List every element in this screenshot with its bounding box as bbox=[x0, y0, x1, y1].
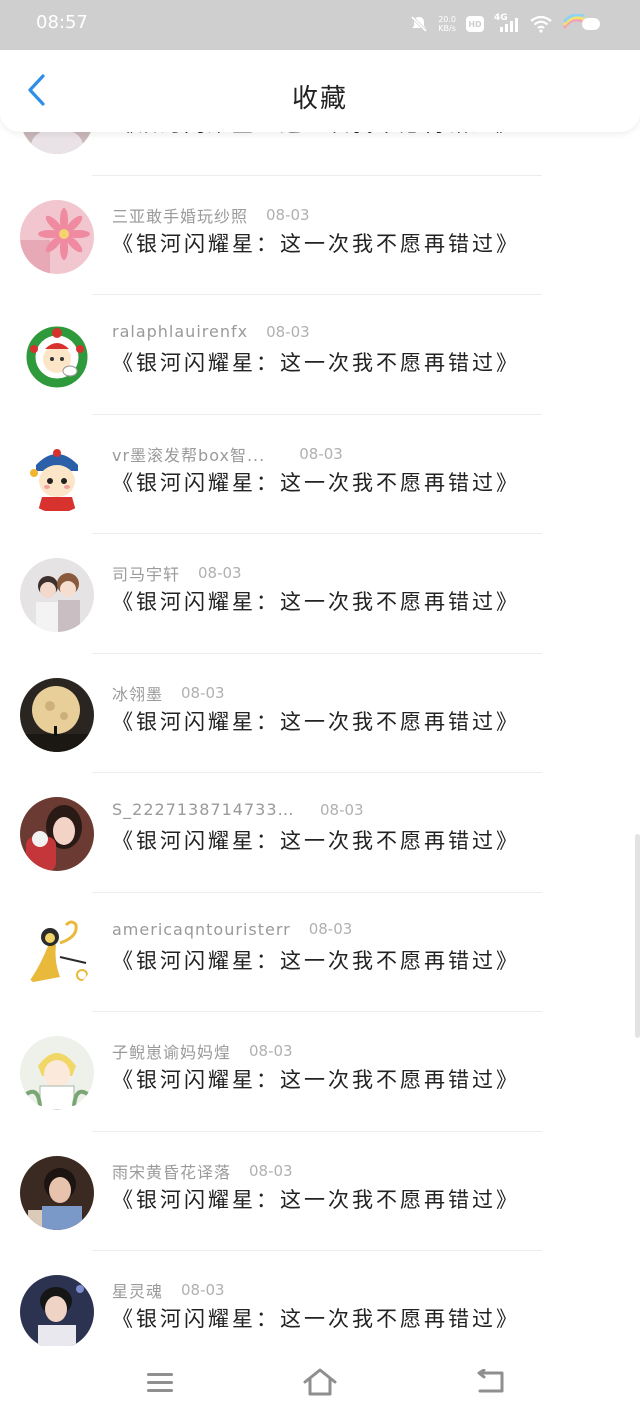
back-icon bbox=[474, 1368, 506, 1399]
date: 08-03 bbox=[266, 322, 310, 341]
username[interactable]: 冰翎墨 bbox=[112, 681, 163, 705]
post-title[interactable]: 《银河闪耀星：这一次我不愿再错过》 bbox=[112, 1303, 520, 1333]
list-item[interactable]: S_22271387147337... 08-03 《银河闪耀星：这一次我不愿再… bbox=[0, 773, 640, 893]
username[interactable]: 雨宋黄昏花译落 bbox=[112, 1159, 231, 1183]
item-meta: 子鲵崽谕妈妈煌 08-03 bbox=[112, 1039, 293, 1063]
list-item[interactable]: vr墨滚发帮box智... 08-03 《银河闪耀星：这一次我不愿再错过》 bbox=[0, 415, 640, 534]
date: 08-03 bbox=[249, 1042, 293, 1060]
item-meta: 星灵魂 08-03 bbox=[112, 1278, 225, 1302]
item-meta: 冰翎墨 08-03 bbox=[112, 681, 225, 705]
date: 08-03 bbox=[198, 564, 242, 582]
avatar[interactable] bbox=[20, 1036, 94, 1110]
item-meta: americaqntouristerr 08-03 bbox=[112, 920, 352, 939]
signal-icon: 4G bbox=[494, 13, 520, 33]
list-item[interactable]: americaqntouristerr 08-03 《银河闪耀星：这一次我不愿再… bbox=[0, 893, 640, 1012]
avatar[interactable] bbox=[20, 1275, 94, 1349]
avatar[interactable] bbox=[20, 199, 94, 274]
net-speed-value: 20.0 bbox=[438, 15, 456, 24]
mute-icon bbox=[410, 15, 428, 33]
date: 08-03 bbox=[181, 1281, 225, 1299]
hd-icon: HD bbox=[466, 16, 484, 32]
username[interactable]: 星灵魂 bbox=[112, 1278, 163, 1302]
page-title: 收藏 bbox=[291, 84, 348, 114]
item-meta: 司马宇轩 08-03 bbox=[112, 561, 242, 585]
item-meta: 雨宋黄昏花译落 08-03 bbox=[112, 1159, 293, 1183]
date: 08-03 bbox=[249, 1161, 293, 1180]
back-nav-button[interactable] bbox=[470, 1364, 510, 1404]
avatar[interactable] bbox=[20, 916, 94, 991]
list-item[interactable]: ralaphlauirenfx 08-03 《银河闪耀星：这一次我不愿再错过》 bbox=[0, 295, 640, 415]
system-nav-bar bbox=[0, 1346, 640, 1422]
home-button[interactable] bbox=[300, 1364, 340, 1404]
post-title[interactable]: 《银河闪耀星：这一次我不愿再错过》 bbox=[112, 945, 520, 975]
list-item[interactable]: 冰翎墨 08-03 《银河闪耀星：这一次我不愿再错过》 bbox=[0, 654, 640, 773]
post-title[interactable]: 《银河闪耀星：这一次我不愿再错过》 bbox=[112, 825, 520, 855]
post-title[interactable]: 《银河闪耀星：这一次我不愿再错过》 bbox=[112, 228, 520, 258]
net-speed: 20.0 KB/s bbox=[438, 15, 456, 33]
post-title[interactable]: 《银河闪耀星：这一次我不愿再错过》 bbox=[112, 1064, 520, 1094]
date: 08-03 bbox=[308, 920, 353, 938]
username[interactable]: S_22271387147337... bbox=[112, 800, 298, 819]
date: 08-03 bbox=[181, 683, 225, 702]
list-item[interactable]: 司马宇轩 08-03 《银河闪耀星：这一次我不愿再错过》 bbox=[0, 534, 640, 654]
item-meta: 三亚敢手婚玩纱照 08-03 bbox=[112, 203, 310, 227]
list-item[interactable]: 三亚敢手婚玩纱照 08-03 《银河闪耀星：这一次我不愿再错过》 bbox=[0, 176, 640, 295]
username[interactable]: vr墨滚发帮box智... bbox=[112, 442, 265, 466]
item-meta: S_22271387147337... 08-03 bbox=[112, 800, 364, 819]
status-time: 08:57 bbox=[36, 12, 88, 33]
avatar[interactable] bbox=[20, 677, 94, 752]
net-speed-unit: KB/s bbox=[438, 24, 456, 33]
post-title[interactable]: 《银河闪耀星：这一次我不愿再错过》 bbox=[112, 586, 520, 616]
wifi-icon bbox=[530, 15, 552, 33]
post-title[interactable]: 《银河闪耀星：这一次我不愿再错过》 bbox=[112, 467, 520, 497]
username[interactable]: 司马宇轩 bbox=[112, 561, 180, 585]
date: 08-03 bbox=[266, 205, 310, 224]
home-icon bbox=[302, 1367, 338, 1401]
status-icons: 20.0 KB/s HD 4G bbox=[410, 12, 602, 36]
list-item[interactable]: 子鲵崽谕妈妈煌 08-03 《银河闪耀星：这一次我不愿再错过》 bbox=[0, 1012, 640, 1132]
username[interactable]: 三亚敢手婚玩纱照 bbox=[112, 203, 248, 227]
avatar[interactable] bbox=[20, 797, 94, 871]
menu-icon bbox=[145, 1370, 175, 1398]
username[interactable]: ralaphlauirenfx bbox=[112, 322, 248, 341]
menu-button[interactable] bbox=[140, 1364, 180, 1404]
item-meta: vr墨滚发帮box智... 08-03 bbox=[112, 442, 343, 466]
list-item[interactable]: 雨宋黄昏花译落 08-03 《银河闪耀星：这一次我不愿再错过》 bbox=[0, 1132, 640, 1251]
avatar[interactable] bbox=[20, 558, 94, 632]
header-bar: 收藏 bbox=[0, 50, 640, 132]
avatar[interactable] bbox=[20, 1155, 94, 1230]
item-meta: ralaphlauirenfx 08-03 bbox=[112, 322, 310, 341]
post-title[interactable]: 《银河闪耀星：这一次我不愿再错过》 bbox=[112, 347, 520, 377]
status-bar: 08:57 20.0 KB/s HD 4G bbox=[0, 0, 640, 50]
username[interactable]: 子鲵崽谕妈妈煌 bbox=[112, 1039, 231, 1063]
battery-icon bbox=[562, 14, 602, 34]
scrollbar[interactable] bbox=[635, 834, 640, 1038]
favorites-list: 《银河闪耀星：这一次我不愿再错过》 三亚敢手婚玩纱照 08-03 《银河闪耀星：… bbox=[0, 56, 640, 1371]
avatar[interactable] bbox=[20, 438, 94, 513]
post-title[interactable]: 《银河闪耀星：这一次我不愿再错过》 bbox=[112, 1184, 520, 1214]
username[interactable]: americaqntouristerr bbox=[112, 920, 291, 939]
date: 08-03 bbox=[320, 800, 364, 819]
date: 08-03 bbox=[299, 444, 343, 463]
avatar[interactable] bbox=[20, 319, 94, 393]
post-title[interactable]: 《银河闪耀星：这一次我不愿再错过》 bbox=[112, 706, 520, 736]
